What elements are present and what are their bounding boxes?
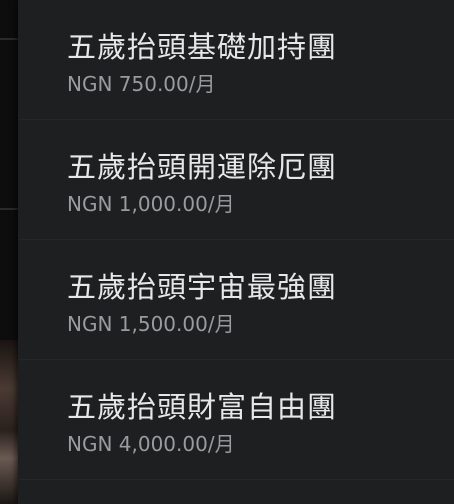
background-video-thumbnail	[0, 340, 18, 504]
membership-tier-menu: 五歲抬頭基礎加持團 NGN 750.00/月 五歲抬頭開運除厄團 NGN 1,0…	[18, 0, 454, 504]
background-divider	[0, 38, 18, 40]
membership-tier-item[interactable]: 五歲抬頭財富自由團 NGN 4,000.00/月	[18, 360, 454, 480]
membership-tier-item[interactable]: 五歲抬頭開運除厄團 NGN 1,000.00/月	[18, 120, 454, 240]
tier-price: NGN 1,500.00/月	[67, 312, 235, 336]
tier-title: 五歲抬頭開運除厄團	[67, 150, 338, 184]
membership-tier-item[interactable]: 五歲抬頭宇宙最強團 NGN 1,500.00/月	[18, 240, 454, 360]
tier-title: 五歲抬頭財富自由團	[67, 390, 338, 424]
tier-title: 五歲抬頭宇宙最強團	[67, 270, 338, 304]
tier-price: NGN 750.00/月	[67, 72, 216, 96]
tier-price: NGN 1,000.00/月	[67, 192, 235, 216]
background-divider	[0, 208, 18, 210]
tier-price: NGN 4,000.00/月	[67, 432, 235, 456]
membership-tier-item[interactable]: 五歲抬頭基礎加持團 NGN 750.00/月	[18, 0, 454, 120]
tier-title: 五歲抬頭基礎加持團	[67, 30, 338, 64]
